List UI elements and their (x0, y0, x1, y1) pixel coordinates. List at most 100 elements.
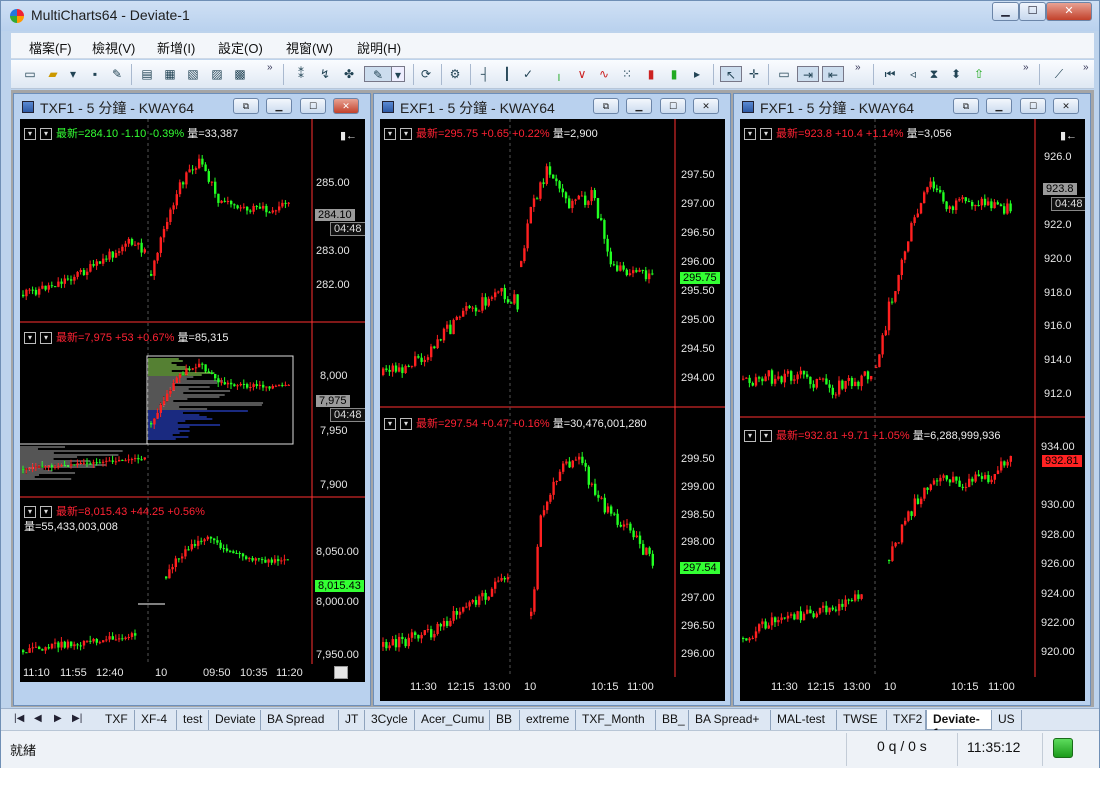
close-button[interactable]: ✕ (1046, 2, 1092, 21)
window-maximize-button[interactable]: ☐ (300, 98, 326, 114)
comment-icon[interactable]: ▭ (776, 66, 792, 82)
menu-view[interactable]: 檢視(V) (92, 38, 135, 57)
menu-help[interactable]: 說明(H) (357, 38, 401, 57)
window-restore-button[interactable]: ⧉ (953, 98, 979, 114)
workspace-tab[interactable]: extreme (520, 710, 576, 730)
chart-window-fxf1[interactable]: FXF1 - 5 分鐘 - KWAY64 ⧉ ▁ ☐ ✕ ▾ ▾ 最新=923.8 … (733, 93, 1091, 706)
chart-area[interactable]: ▾ ▾ 最新=295.75 +0.65 +0.22% 量=2,900 ▾ ▾ 最新=29… (380, 119, 725, 701)
ohlc-bar-icon[interactable]: ┤ (477, 66, 493, 82)
menu-window[interactable]: 視窗(W) (286, 38, 333, 57)
refresh-icon[interactable]: ⟳ (418, 66, 434, 82)
expand-dropdown-icon[interactable]: ▾ (384, 418, 396, 431)
dom-icon[interactable]: ▧ (185, 66, 201, 82)
point-figure-icon[interactable]: ⁙ (619, 66, 635, 82)
arrow-pointer-icon[interactable]: ↖ (720, 66, 742, 82)
workspace-tab[interactable]: Deviate-1 (926, 710, 992, 740)
window-minimize-button[interactable]: ▁ (266, 98, 292, 114)
minimize-button[interactable]: ▁ (992, 2, 1019, 21)
shift-bar-icon[interactable]: ⇥ (797, 66, 819, 82)
expand-dropdown-icon[interactable]: ▾ (24, 332, 36, 345)
window-close-button[interactable]: ✕ (333, 98, 359, 114)
close-workspace-icon[interactable]: ✎ (109, 66, 125, 82)
volume-icon[interactable]: ▮ (643, 66, 659, 82)
scroll-left-icon[interactable]: ◃ (905, 66, 921, 82)
insert-study-icon[interactable]: ⁑ (293, 66, 309, 82)
collapse-dropdown-icon[interactable]: ▾ (400, 128, 412, 141)
expand-dropdown-icon[interactable]: ▾ (384, 128, 396, 141)
expand-dropdown-icon[interactable]: ▾ (24, 128, 36, 141)
histogram-icon[interactable]: ▮ (666, 66, 682, 82)
workspace-tab[interactable]: Acer_Cumu (415, 710, 490, 730)
workspace-tab[interactable]: US (992, 710, 1022, 730)
expand-icon[interactable]: ⬍ (948, 66, 964, 82)
window-close-button[interactable]: ✕ (1053, 98, 1079, 114)
indicator-b-icon[interactable]: ∨ (574, 66, 590, 82)
chart-window-exf1[interactable]: EXF1 - 5 分鐘 - KWAY64 ⧉ ▁ ☐ ✕ ▾ ▾ 最新=295.75… (373, 93, 731, 706)
legend-toggle-icon[interactable]: ▮← (340, 129, 357, 142)
shift-left-icon[interactable]: ⇤ (822, 66, 844, 82)
new-workspace-icon[interactable]: ▭ (22, 66, 38, 82)
expand-dropdown-icon[interactable]: ▾ (744, 128, 756, 141)
chart-window-txf1[interactable]: TXF1 - 5 分鐘 - KWAY64 ⧉ ▁ ☐ ✕ ▾ ▾ 最新=284.10… (13, 93, 371, 706)
workspace-tab[interactable]: BA Spread (261, 710, 339, 730)
arrow-up-icon[interactable]: ⇧ (971, 66, 987, 82)
chart-window-icon[interactable]: ▤ (139, 66, 155, 82)
first-bar-icon[interactable]: ⏮ (882, 66, 898, 82)
next-tab-icon[interactable]: ▶ (54, 713, 62, 724)
indicator-c-icon[interactable]: ∿ (596, 66, 612, 82)
zoom-icon[interactable]: ⧗ (926, 66, 942, 82)
menu-insert[interactable]: 新增(I) (157, 38, 195, 57)
workspace-tab[interactable]: 3Cycle (365, 710, 415, 730)
collapse-dropdown-icon[interactable]: ▾ (760, 430, 772, 443)
workspace-tab[interactable]: XF-4 (135, 710, 177, 730)
expand-dropdown-icon[interactable]: ▾ (744, 430, 756, 443)
toolbar-overflow-icon[interactable]: » (267, 62, 273, 73)
horizontal-scroll-thumb[interactable] (334, 666, 348, 679)
chart-area[interactable]: ▾ ▾ 最新=284.10 -1.10 -0.39% 量=33,387 ▾ ▾ 最新=7… (20, 119, 365, 682)
format-icon[interactable]: ↯ (317, 66, 333, 82)
window-restore-button[interactable]: ⧉ (593, 98, 619, 114)
expand-dropdown-icon[interactable]: ▾ (24, 506, 36, 519)
first-tab-icon[interactable]: |◀ (14, 713, 24, 724)
window-minimize-button[interactable]: ▁ (626, 98, 652, 114)
window-maximize-button[interactable]: ☐ (1020, 98, 1046, 114)
trendline-icon[interactable]: ⟋ (1051, 66, 1067, 82)
toolbar-overflow-2-icon[interactable]: » (855, 62, 861, 73)
workspace-tab[interactable]: TXF (99, 710, 135, 730)
window-minimize-button[interactable]: ▁ (986, 98, 1012, 114)
collapse-dropdown-icon[interactable]: ▾ (40, 506, 52, 519)
menu-file[interactable]: 檔案(F) (29, 38, 72, 57)
editor-icon[interactable]: ▨ (209, 66, 225, 82)
workspace-tab[interactable]: BB (490, 710, 520, 730)
order-icon[interactable]: ▩ (232, 66, 248, 82)
collapse-dropdown-icon[interactable]: ▾ (400, 418, 412, 431)
window-restore-button[interactable]: ⧉ (233, 98, 259, 114)
properties-icon[interactable]: ⚙ (447, 66, 463, 82)
maximize-button[interactable]: ☐ (1019, 2, 1046, 21)
signal-icon[interactable]: ✤ (341, 66, 357, 82)
open-folder-icon[interactable]: ▰ (45, 66, 61, 82)
workspace-tab[interactable]: JT (339, 710, 365, 730)
collapse-dropdown-icon[interactable]: ▾ (40, 332, 52, 345)
workspace-tab[interactable]: TXF_Month (576, 710, 656, 730)
indicator-a-icon[interactable]: ╷ (551, 66, 567, 82)
workspace-tab[interactable]: TXF2 (887, 710, 926, 730)
candlestick-icon[interactable]: ┃ (499, 66, 515, 82)
last-tab-icon[interactable]: ▶| (72, 713, 82, 724)
window-maximize-button[interactable]: ☐ (660, 98, 686, 114)
save-icon[interactable]: ▪ (87, 66, 103, 82)
workspace-tab[interactable]: BB_ (656, 710, 689, 730)
chart-area[interactable]: ▾ ▾ 最新=923.8 +10.4 +1.14% 量=3,056 ▾ ▾ 最新=932… (740, 119, 1085, 701)
dropdown-arrow-icon[interactable]: ▾ (65, 66, 81, 82)
cursor-mode-icon[interactable]: ▸ (689, 66, 705, 82)
workspace-tab[interactable]: MAL-test (771, 710, 837, 730)
collapse-dropdown-icon[interactable]: ▾ (760, 128, 772, 141)
line-chart-icon[interactable]: ✓ (520, 66, 536, 82)
workspace-tab[interactable]: BA Spread+ (689, 710, 771, 730)
workspace-tab[interactable]: test (177, 710, 209, 730)
toolbar-overflow-3-icon[interactable]: » (1023, 62, 1029, 73)
legend-toggle-icon[interactable]: ▮← (1060, 129, 1077, 142)
drawing-icon[interactable]: ✎ (364, 66, 392, 82)
collapse-dropdown-icon[interactable]: ▾ (40, 128, 52, 141)
window-close-button[interactable]: ✕ (693, 98, 719, 114)
